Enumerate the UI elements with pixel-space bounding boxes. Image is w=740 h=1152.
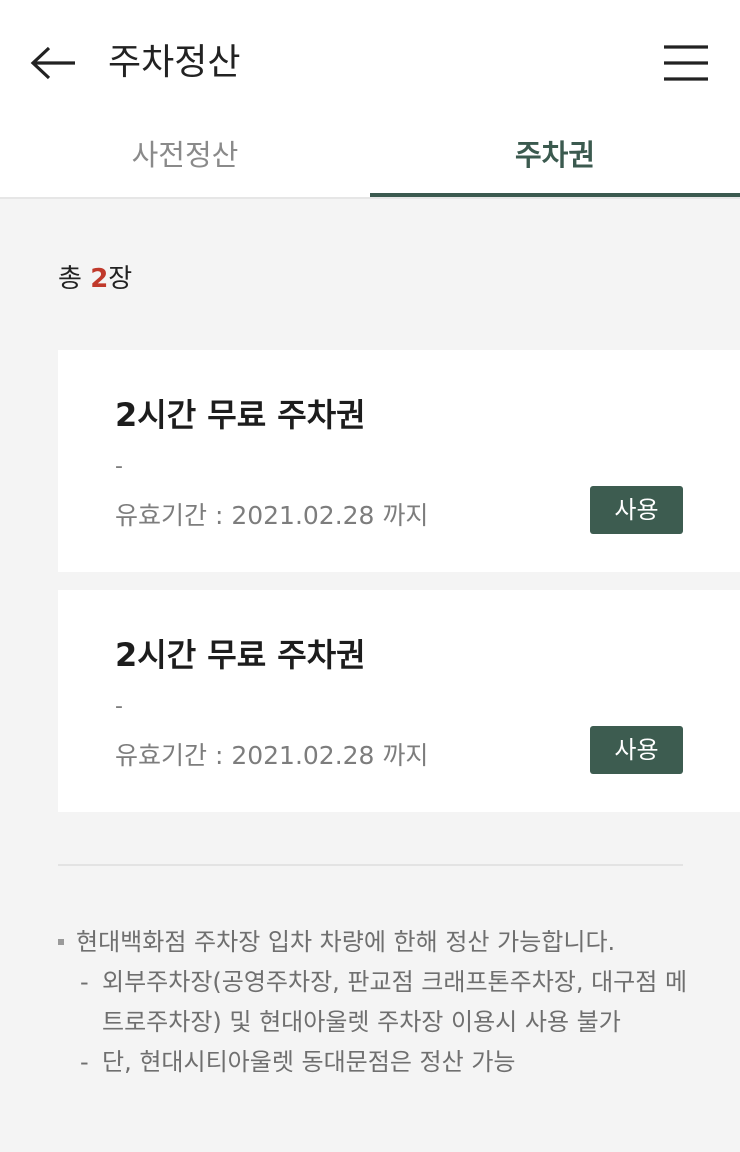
tab-prepay[interactable]: 사전정산 [0, 125, 370, 197]
count-number: 2 [90, 264, 109, 294]
hamburger-menu-icon [664, 45, 708, 81]
ticket-title: 2시간 무료 주차권 [115, 636, 366, 674]
active-tab-indicator [370, 193, 740, 197]
ticket-subtitle: - [115, 454, 123, 479]
tab-bar: 사전정산 주차권 [0, 125, 740, 199]
notice-section: 현대백화점 주차장 입차 차량에 한해 정산 가능합니다. - 외부주차장(공영… [58, 922, 698, 1082]
ticket-subtitle: - [115, 694, 123, 719]
ticket-title: 2시간 무료 주차권 [115, 396, 366, 434]
ticket-card: 2시간 무료 주차권 - 유효기간 : 2021.02.28 까지 사용 [58, 590, 740, 812]
notice-sub-item: - 외부주차장(공영주차장, 판교점 크래프톤주차장, 대구점 메트로주차장) … [58, 962, 698, 1042]
notice-sub-text: 외부주차장(공영주차장, 판교점 크래프톤주차장, 대구점 메트로주차장) 및 … [102, 968, 688, 1036]
divider [58, 864, 683, 866]
notice-sub-item: - 단, 현대시티아울렛 동대문점은 정산 가능 [58, 1042, 698, 1082]
back-arrow-icon [30, 46, 75, 80]
ticket-validity: 유효기간 : 2021.02.28 까지 [115, 741, 429, 770]
dash-marker: - [80, 1048, 89, 1076]
ticket-validity: 유효기간 : 2021.02.28 까지 [115, 501, 429, 530]
count-suffix: 장 [108, 264, 133, 294]
use-ticket-button[interactable]: 사용 [590, 726, 683, 774]
page-title: 주차정산 [108, 42, 241, 83]
use-ticket-button[interactable]: 사용 [590, 486, 683, 534]
back-button[interactable] [26, 40, 80, 86]
count-prefix: 총 [58, 264, 91, 294]
header: 주차정산 [0, 0, 740, 125]
notice-main: 현대백화점 주차장 입차 차량에 한해 정산 가능합니다. [58, 922, 698, 962]
tab-parking-ticket[interactable]: 주차권 [370, 125, 740, 197]
dash-marker: - [80, 968, 89, 996]
notice-sub-text: 단, 현대시티아울렛 동대문점은 정산 가능 [102, 1048, 516, 1076]
ticket-card: 2시간 무료 주차권 - 유효기간 : 2021.02.28 까지 사용 [58, 350, 740, 572]
menu-button[interactable] [656, 36, 716, 90]
ticket-count: 총 2장 [58, 258, 132, 295]
